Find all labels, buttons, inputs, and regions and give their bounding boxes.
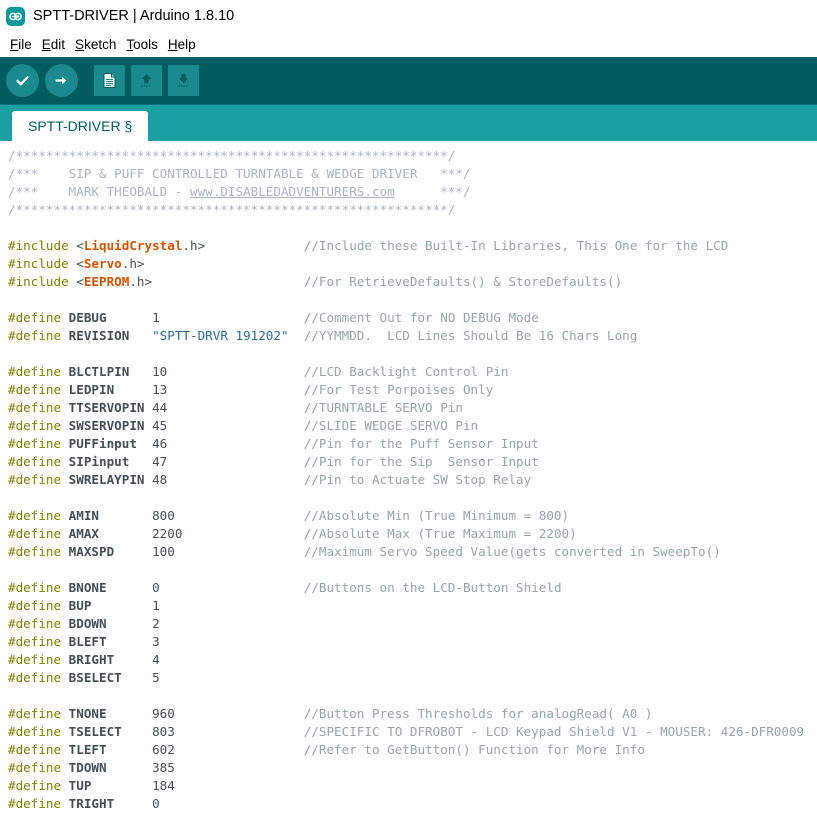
checkmark-icon xyxy=(16,76,29,86)
code-line: #define BLCTLPIN 10 //LCD Backlight Cont… xyxy=(8,364,509,379)
menu-item-edit[interactable]: Edit xyxy=(37,37,70,52)
comment-link[interactable]: www.DISABLEDADVENTURERS.com xyxy=(190,184,395,199)
menu-mnemonic-edit: E xyxy=(41,37,51,52)
code-line: #include <LiquidCrystal.h> //Include the… xyxy=(8,238,729,253)
code-line: #define AMIN 800 //Absolute Min (True Mi… xyxy=(8,508,570,523)
open-button[interactable] xyxy=(131,65,162,96)
code-line: #define SIPinput 47 //Pin for the Sip Se… xyxy=(8,454,539,469)
code-line: #define BLEFT 3 xyxy=(8,634,160,649)
toolbar xyxy=(0,57,817,104)
code-line: #define MAXSPD 100 //Maximum Servo Speed… xyxy=(8,544,721,559)
tab-sptt-driver[interactable]: SPTT-DRIVER § xyxy=(12,111,149,141)
code-line: /***************************************… xyxy=(8,148,456,163)
window-title: SPTT-DRIVER | Arduino 1.8.10 xyxy=(33,8,235,24)
code-line: #define BRIGHT 4 xyxy=(8,652,160,667)
code-line: #define LEDPIN 13 //For Test Porpoises O… xyxy=(8,382,494,397)
code-line: #define SWRELAYPIN 48 //Pin to Actuate S… xyxy=(8,472,532,487)
code-line: #define TRIGHT 0 xyxy=(8,796,160,811)
code-line: /***************************************… xyxy=(8,202,456,217)
code-line: #define BUP 1 xyxy=(8,598,160,613)
code-line: #define TSELECT 803 //SPECIFIC TO DFROBO… xyxy=(8,724,805,739)
arrow-down-icon xyxy=(178,74,188,87)
code-line: #define REVISION "SPTT-DRVR 191202" //YY… xyxy=(8,328,638,343)
code-line: #define TUP 184 xyxy=(8,778,175,793)
menu-mnemonic-file: F xyxy=(10,37,19,52)
new-button[interactable] xyxy=(94,65,125,96)
code-line: #define AMAX 2200 //Absolute Max (True M… xyxy=(8,526,577,541)
code-line: #define BNONE 0 //Buttons on the LCD-But… xyxy=(8,580,562,595)
code-line: #define SWSERVOPIN 45 //SLIDE WEDGE SERV… xyxy=(8,418,479,433)
tab-label: SPTT-DRIVER § xyxy=(28,118,133,134)
arrow-right-icon xyxy=(55,76,67,85)
code-line: #include <Servo.h> xyxy=(8,256,145,271)
code-line: #define BDOWN 2 xyxy=(8,616,160,631)
code-line: #define TTSERVOPIN 44 //TURNTABLE SERVO … xyxy=(8,400,463,415)
code-line: #define PUFFinput 46 //Pin for the Puff … xyxy=(8,436,539,451)
menu-item-file[interactable]: File xyxy=(5,37,37,52)
upload-button[interactable] xyxy=(45,64,78,97)
code-line: #define TNONE 960 //Button Press Thresho… xyxy=(8,706,653,721)
code-line: /*** SIP & PUFF CONTROLLED TURNTABLE & W… xyxy=(8,166,471,181)
menu-item-help[interactable]: Help xyxy=(163,37,201,52)
save-button[interactable] xyxy=(168,65,199,96)
code-line: #define DEBUG 1 //Comment Out for NO DEB… xyxy=(8,310,539,325)
code-editor[interactable]: /***************************************… xyxy=(0,141,817,821)
arrow-up-icon xyxy=(141,74,151,87)
menu-item-tools[interactable]: Tools xyxy=(121,37,163,52)
menu-rest-file: ile xyxy=(18,37,32,52)
menu-rest-tools: ools xyxy=(133,37,158,52)
code-line: #define TDOWN 385 xyxy=(8,760,175,775)
code-line: /*** MARK THEOBALD - www.DISABLEDADVENTU… xyxy=(8,184,471,199)
code-line: #include <EEPROM.h> //For RetrieveDefaul… xyxy=(8,274,623,289)
source-code[interactable]: /***************************************… xyxy=(4,147,817,813)
menu-bar: File Edit Sketch Tools Help xyxy=(0,32,817,57)
menu-rest-edit: dit xyxy=(50,37,66,52)
menu-rest-sketch: ketch xyxy=(84,37,117,52)
new-document-icon xyxy=(103,73,116,88)
arduino-infinity-icon xyxy=(6,6,25,26)
title-bar: SPTT-DRIVER | Arduino 1.8.10 xyxy=(0,0,817,32)
menu-mnemonic-help: H xyxy=(167,37,178,52)
code-line: #define BSELECT 5 xyxy=(8,670,160,685)
menu-rest-help: elp xyxy=(177,37,196,52)
verify-button[interactable] xyxy=(6,64,39,97)
menu-mnemonic-sketch: S xyxy=(75,37,85,52)
code-line: #define TLEFT 602 //Refer to GetButton()… xyxy=(8,742,645,757)
tab-bar: SPTT-DRIVER § xyxy=(0,104,817,141)
menu-item-sketch[interactable]: Sketch xyxy=(70,37,121,52)
